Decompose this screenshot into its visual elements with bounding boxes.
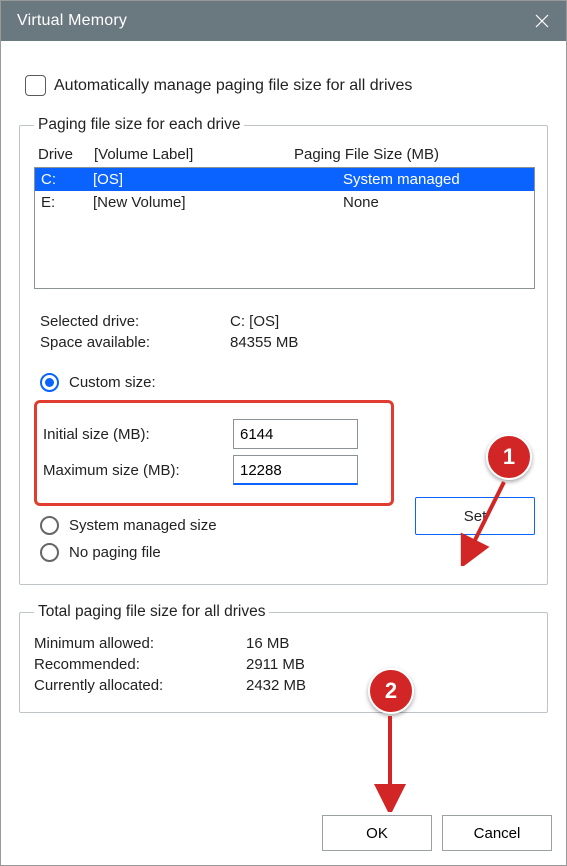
selected-drive-label: Selected drive: [40,313,230,330]
auto-manage-row[interactable]: Automatically manage paging file size fo… [25,75,548,96]
annotation-highlight-box: Initial size (MB): Maximum size (MB): [34,400,394,506]
maximum-size-input[interactable] [233,455,358,485]
currently-allocated-value: 2432 MB [246,677,306,694]
custom-size-radio[interactable] [40,373,59,392]
annotation-badge-1: 1 [486,434,532,480]
system-managed-radio[interactable] [40,516,59,535]
no-paging-radio-row[interactable]: No paging file [40,543,415,562]
auto-manage-checkbox[interactable] [25,75,46,96]
currently-allocated-label: Currently allocated: [34,677,246,694]
cancel-button[interactable]: Cancel [442,815,552,851]
close-button[interactable] [530,9,554,33]
drive-pfs: System managed [343,171,530,188]
totals-fieldset: Total paging file size for all drives Mi… [19,603,548,713]
set-button[interactable]: Set [415,497,535,535]
custom-size-label: Custom size: [69,374,156,391]
drive-volume: [New Volume] [93,194,343,211]
ok-button[interactable]: OK [322,815,432,851]
system-managed-radio-row[interactable]: System managed size [40,516,415,535]
no-paging-label: No paging file [69,544,161,561]
titlebar: Virtual Memory [1,1,566,41]
system-managed-label: System managed size [69,517,217,534]
dialog-content: Automatically manage paging file size fo… [1,41,566,809]
virtual-memory-dialog: Virtual Memory Automatically manage pagi… [0,0,567,866]
custom-size-radio-row[interactable]: Custom size: [40,373,415,392]
initial-size-label: Initial size (MB): [43,426,233,443]
drive-pfs: None [343,194,530,211]
dialog-footer: OK Cancel [1,809,566,865]
drive-letter: E: [41,194,93,211]
selected-drive-value: C: [OS] [230,313,279,330]
drive-list-header: Drive [Volume Label] Paging File Size (M… [34,144,535,167]
recommended-label: Recommended: [34,656,246,673]
minimum-allowed-label: Minimum allowed: [34,635,246,652]
recommended-value: 2911 MB [246,656,305,673]
totals-legend: Total paging file size for all drives [34,603,269,621]
no-paging-radio[interactable] [40,543,59,562]
annotation-badge-2: 2 [368,668,414,714]
col-pfs: Paging File Size (MB) [294,146,535,163]
drive-volume: [OS] [93,171,343,188]
drive-row-c[interactable]: C: [OS] System managed [35,168,534,191]
minimum-allowed-value: 16 MB [246,635,289,652]
maximum-size-row: Maximum size (MB): [43,455,381,485]
space-available-value: 84355 MB [230,334,298,351]
space-available-label: Space available: [40,334,230,351]
initial-size-row: Initial size (MB): [43,419,381,449]
maximum-size-label: Maximum size (MB): [43,462,233,479]
drive-row-e[interactable]: E: [New Volume] None [35,191,534,214]
drive-letter: C: [41,171,93,188]
close-icon [534,13,550,29]
drive-list[interactable]: C: [OS] System managed E: [New Volume] N… [34,167,535,289]
per-drive-fieldset: Paging file size for each drive Drive [V… [19,116,548,585]
col-drive: Drive [38,146,94,163]
initial-size-input[interactable] [233,419,358,449]
window-title: Virtual Memory [17,12,127,30]
drive-info: Selected drive: C: [OS] Space available:… [40,313,535,351]
per-drive-legend: Paging file size for each drive [34,116,244,134]
auto-manage-label: Automatically manage paging file size fo… [54,77,412,95]
col-volume: [Volume Label] [94,146,294,163]
